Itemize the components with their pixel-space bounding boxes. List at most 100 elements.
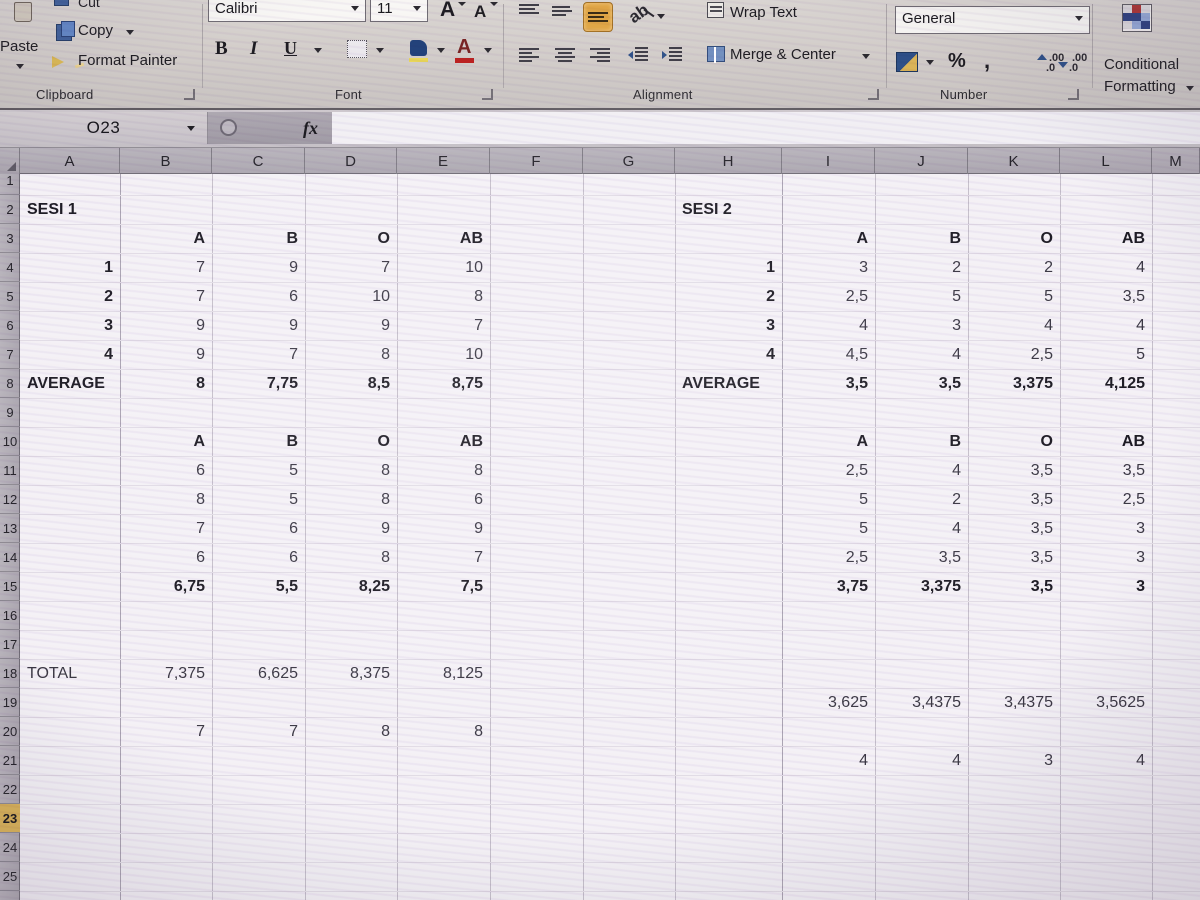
column-header-j[interactable]: J xyxy=(875,148,968,174)
cell-B6[interactable]: 9 xyxy=(120,311,212,340)
wrap-text-icon[interactable] xyxy=(707,2,724,18)
underline-button[interactable]: U xyxy=(284,38,297,59)
font-name-combo[interactable]: Calibri xyxy=(208,0,366,22)
row-header-6[interactable]: 6 xyxy=(0,311,20,340)
row-header-2[interactable]: 2 xyxy=(0,195,20,224)
cell-I4[interactable]: 3 xyxy=(782,253,875,282)
cell-J6[interactable]: 3 xyxy=(875,311,968,340)
cell-B15[interactable]: 6,75 xyxy=(120,572,212,601)
cell-C12[interactable]: 5 xyxy=(212,485,305,514)
cell-D13[interactable]: 9 xyxy=(305,514,397,543)
cell-area[interactable]: SESI 1 A B O AB 1 7 9 7 10 2 7 6 10 8 3 9 9 9 7 4 9 7 8 10 AVERAG… xyxy=(20,174,1200,900)
cell-L5[interactable]: 3,5 xyxy=(1060,282,1152,311)
cell-C7[interactable]: 7 xyxy=(212,340,305,369)
cell-K10[interactable]: O xyxy=(968,427,1060,456)
cell-H2[interactable]: SESI 2 xyxy=(675,195,782,224)
copy-icon[interactable] xyxy=(56,21,75,41)
cell-I11[interactable]: 2,5 xyxy=(782,456,875,485)
cell-I14[interactable]: 2,5 xyxy=(782,543,875,572)
cell-I3[interactable]: A xyxy=(782,224,875,253)
cell-D18[interactable]: 8,375 xyxy=(305,659,397,688)
clipboard-dialog-launcher[interactable] xyxy=(184,89,195,100)
insert-function-icon[interactable]: fx xyxy=(303,118,318,139)
cell-K7[interactable]: 2,5 xyxy=(968,340,1060,369)
cell-L7[interactable]: 5 xyxy=(1060,340,1152,369)
row-header-18[interactable]: 18 xyxy=(0,659,20,688)
column-header-g[interactable]: G xyxy=(583,148,675,174)
align-right-icon[interactable] xyxy=(590,48,610,63)
row-header-24[interactable]: 24 xyxy=(0,833,20,862)
cell-D14[interactable]: 8 xyxy=(305,543,397,572)
cell-C13[interactable]: 6 xyxy=(212,514,305,543)
cell-L11[interactable]: 3,5 xyxy=(1060,456,1152,485)
number-dialog-launcher[interactable] xyxy=(1068,89,1079,100)
row-header-9[interactable]: 9 xyxy=(0,398,20,427)
cell-H7[interactable]: 4 xyxy=(675,340,782,369)
font-dialog-launcher[interactable] xyxy=(482,89,493,100)
cell-E13[interactable]: 9 xyxy=(397,514,490,543)
cell-E6[interactable]: 7 xyxy=(397,311,490,340)
cell-B8[interactable]: 8 xyxy=(120,369,212,398)
cell-J21[interactable]: 4 xyxy=(875,746,968,775)
cell-K21[interactable]: 3 xyxy=(968,746,1060,775)
number-format-chevron-down-icon[interactable] xyxy=(1075,16,1083,21)
cell-A5[interactable]: 2 xyxy=(20,282,120,311)
row-header-21[interactable]: 21 xyxy=(0,746,20,775)
number-format-combo[interactable]: General xyxy=(895,6,1090,34)
row-header-22[interactable]: 22 xyxy=(0,775,20,804)
column-header-h[interactable]: H xyxy=(675,148,782,174)
font-color-icon[interactable]: A xyxy=(457,36,471,59)
cell-K3[interactable]: O xyxy=(968,224,1060,253)
cell-J8[interactable]: 3,5 xyxy=(875,369,968,398)
font-color-chevron-down-icon[interactable] xyxy=(484,48,492,53)
cell-I10[interactable]: A xyxy=(782,427,875,456)
cell-E8[interactable]: 8,75 xyxy=(397,369,490,398)
cell-B13[interactable]: 7 xyxy=(120,514,212,543)
cell-I13[interactable]: 5 xyxy=(782,514,875,543)
cell-E12[interactable]: 6 xyxy=(397,485,490,514)
cell-J15[interactable]: 3,375 xyxy=(875,572,968,601)
row-header-13[interactable]: 13 xyxy=(0,514,20,543)
cell-K12[interactable]: 3,5 xyxy=(968,485,1060,514)
cell-B5[interactable]: 7 xyxy=(120,282,212,311)
bold-button[interactable]: B xyxy=(215,38,228,60)
align-middle-icon[interactable] xyxy=(552,6,572,21)
cell-B12[interactable]: 8 xyxy=(120,485,212,514)
name-box-chevron-down-icon[interactable] xyxy=(187,126,195,131)
accounting-chevron-down-icon[interactable] xyxy=(926,60,934,65)
cell-I5[interactable]: 2,5 xyxy=(782,282,875,311)
column-header-f[interactable]: F xyxy=(490,148,583,174)
cell-A7[interactable]: 4 xyxy=(20,340,120,369)
cut-icon[interactable] xyxy=(54,0,69,6)
cell-D4[interactable]: 7 xyxy=(305,253,397,282)
comma-style-button[interactable]: , xyxy=(984,48,990,74)
row-header-14[interactable]: 14 xyxy=(0,543,20,572)
cell-J14[interactable]: 3,5 xyxy=(875,543,968,572)
copy-button[interactable]: Copy xyxy=(78,22,113,39)
row-header-20[interactable]: 20 xyxy=(0,717,20,746)
cell-K5[interactable]: 5 xyxy=(968,282,1060,311)
column-header-e[interactable]: E xyxy=(397,148,490,174)
copy-chevron-down-icon[interactable] xyxy=(126,30,134,35)
cut-button[interactable]: Cut xyxy=(78,0,100,10)
cell-K6[interactable]: 4 xyxy=(968,311,1060,340)
cell-C18[interactable]: 6,625 xyxy=(212,659,305,688)
row-header-23[interactable]: 23 xyxy=(0,804,20,833)
row-header-3[interactable]: 3 xyxy=(0,224,20,253)
cell-A2[interactable]: SESI 1 xyxy=(20,195,120,224)
conditional-formatting-label-line1[interactable]: Conditional xyxy=(1104,56,1179,73)
paste-button[interactable]: Paste xyxy=(0,38,38,55)
align-bottom-button[interactable] xyxy=(583,2,613,32)
cell-K4[interactable]: 2 xyxy=(968,253,1060,282)
alignment-dialog-launcher[interactable] xyxy=(868,89,879,100)
cell-H5[interactable]: 2 xyxy=(675,282,782,311)
align-left-icon[interactable] xyxy=(519,48,539,63)
cell-B3[interactable]: A xyxy=(120,224,212,253)
cell-I15[interactable]: 3,75 xyxy=(782,572,875,601)
cell-J10[interactable]: B xyxy=(875,427,968,456)
cell-A18[interactable]: TOTAL xyxy=(20,659,120,688)
cell-D20[interactable]: 8 xyxy=(305,717,397,746)
cell-A8[interactable]: AVERAGE xyxy=(20,369,120,398)
cell-C15[interactable]: 5,5 xyxy=(212,572,305,601)
align-top-icon[interactable] xyxy=(519,4,539,19)
